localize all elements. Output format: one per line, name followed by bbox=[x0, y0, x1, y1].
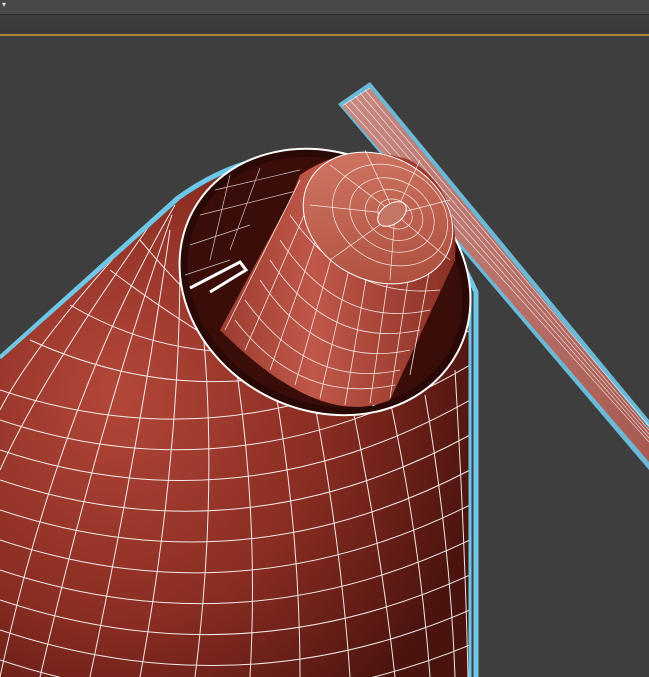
top-toolbar: ▾ bbox=[0, 0, 649, 36]
dropdown-arrow-icon[interactable]: ▾ bbox=[2, 1, 6, 9]
3d-viewport[interactable] bbox=[0, 36, 649, 677]
toolbar-divider bbox=[0, 14, 649, 15]
